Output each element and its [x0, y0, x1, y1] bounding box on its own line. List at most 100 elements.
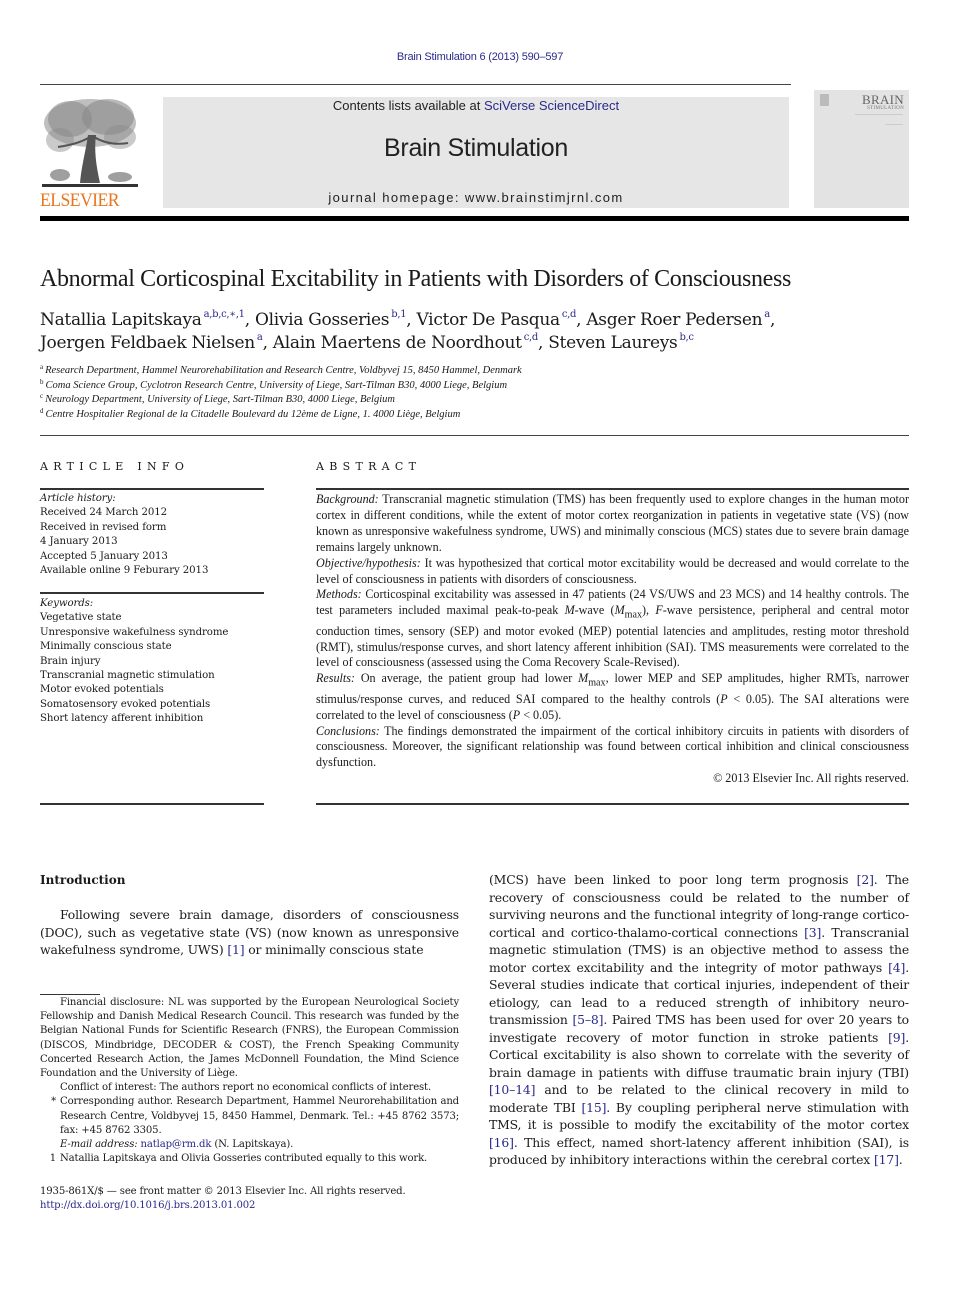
article-history: Article history: Received 24 March 2012 …: [40, 492, 264, 578]
journal-cover-thumbnail: BRAIN STIMULATION: [814, 90, 909, 208]
elsevier-tree-icon: [42, 99, 138, 187]
affiliation: a Research Department, Hammel Neurorehabi…: [40, 364, 920, 379]
author[interactable]: Steven Laureys b,c: [548, 332, 694, 354]
author-name[interactable]: Asger Roer Pedersen: [586, 310, 762, 330]
keyword: Vegetative state: [40, 612, 122, 624]
citation-link[interactable]: [10–14]: [489, 1082, 536, 1097]
author-separator: ,: [262, 333, 273, 353]
corresponding-author-note: * Corresponding author. Research Departme…: [40, 1095, 459, 1138]
elsevier-wordmark: ELSEVIER: [40, 190, 120, 211]
citation-link[interactable]: [2]: [857, 872, 874, 887]
abstract-bottom-divider: [316, 803, 909, 805]
citation-link[interactable]: [1]: [227, 942, 244, 957]
abstract-symbol: F: [655, 603, 663, 618]
introduction-heading: Introduction: [40, 873, 126, 887]
author-name[interactable]: Olivia Gosseries: [255, 310, 390, 330]
body-text: (MCS) have been linked to poor long term…: [489, 872, 857, 887]
citation-link[interactable]: [17]: [874, 1152, 899, 1167]
author-affiliation-marks[interactable]: c,d: [562, 309, 577, 320]
affiliation-text: Research Department, Hammel Neurorehabil…: [45, 365, 522, 376]
author-affiliation-marks[interactable]: c,d: [524, 332, 539, 343]
introduction-right-column: (MCS) have been linked to poor long term…: [489, 871, 909, 1169]
top-divider: [40, 84, 791, 85]
author-list: Natallia Lapitskaya a,b,c,∗,1, Olivia Gos…: [40, 309, 920, 355]
abstract-divider: [316, 488, 909, 490]
journal-citation-link[interactable]: Brain Stimulation 6 (2013) 590–597: [397, 51, 563, 63]
author[interactable]: Victor De Pasqua c,d: [417, 309, 577, 331]
author[interactable]: Joergen Feldbaek Nielsen a: [40, 333, 263, 354]
author-name[interactable]: Alain Maertens de Noordhout: [273, 333, 522, 353]
abstract-text: ),: [642, 603, 656, 618]
author-name[interactable]: Joergen Feldbaek Nielsen: [40, 333, 255, 353]
affiliation-text: Coma Science Group, Cyclotron Research C…: [45, 379, 508, 391]
citation-link[interactable]: [4]: [888, 960, 905, 975]
abstract-body: Background: Transcranial magnetic stimul…: [316, 492, 909, 787]
abstract-label: Background:: [316, 492, 379, 506]
footnote-text: Natallia Lapitskaya and Olivia Gosseries…: [60, 1153, 428, 1165]
footnote-mark: 1: [49, 1153, 56, 1165]
keyword: Minimally conscious state: [40, 641, 172, 653]
author[interactable]: Alain Maertens de Noordhout c,d: [273, 332, 539, 354]
affiliation-list: a Research Department, Hammel Neurorehabi…: [40, 364, 920, 422]
keywords-divider: [40, 592, 264, 594]
abstract-subscript: max: [624, 609, 642, 621]
citation-link[interactable]: [9]: [888, 1030, 905, 1045]
affiliation-text: Centre Hospitalier Regional de la Citade…: [45, 408, 461, 420]
abstract-subscript: max: [588, 677, 606, 689]
author-name[interactable]: Victor De Pasqua: [417, 310, 561, 330]
author-separator: ,: [576, 310, 587, 330]
author-affiliation-marks[interactable]: b,1: [391, 309, 406, 320]
abstract-copyright: © 2013 Elsevier Inc. All rights reserved…: [713, 771, 909, 786]
affiliation-divider: [40, 435, 909, 436]
article-info-divider: [40, 488, 264, 490]
footnote-text: (N. Lapitskaya).: [211, 1139, 294, 1151]
keyword: Motor evoked potentials: [40, 684, 164, 696]
abstract-text: -wave (: [574, 603, 615, 618]
history-entry: 4 January 2013: [40, 536, 118, 548]
abstract-label: Methods:: [316, 587, 362, 602]
history-entry: Accepted 5 January 2013: [40, 550, 168, 562]
footnotes: Financial disclosure: NL was supported b…: [40, 996, 459, 1166]
author-affiliation-marks[interactable]: a,b,c,∗,1: [204, 309, 245, 320]
sciencedirect-link[interactable]: SciVerse ScienceDirect: [484, 98, 619, 113]
email-label: E-mail address:: [60, 1139, 138, 1151]
abstract-heading: ABSTRACT: [316, 460, 422, 473]
affiliation-mark: b: [40, 377, 44, 386]
citation-link[interactable]: [15]: [581, 1100, 606, 1115]
doi-link[interactable]: http://dx.doi.org/10.1016/j.brs.2013.01.…: [40, 1199, 480, 1213]
keyword: Unresponsive wakefulness syndrome: [40, 626, 229, 638]
footnote-mark: *: [51, 1096, 56, 1108]
author-name[interactable]: Steven Laureys: [548, 333, 678, 353]
abstract-results: Results: On average, the patient group h…: [316, 671, 909, 723]
introduction-left-column: Following severe brain damage, disorders…: [40, 906, 459, 959]
affiliation: d Centre Hospitalier Regional de la Citad…: [40, 406, 920, 423]
author-separator: ,: [244, 310, 255, 330]
affiliation-mark: d: [40, 406, 44, 415]
keyword: Short latency afferent inhibition: [40, 713, 204, 725]
citation-link[interactable]: [3]: [804, 925, 821, 940]
citation-link[interactable]: [16]: [489, 1135, 514, 1150]
abstract-conclusions: Conclusions: The findings demonstrated t…: [316, 724, 909, 772]
keyword: Somatosensory evoked potentials: [40, 698, 211, 710]
author[interactable]: Natallia Lapitskaya a,b,c,∗,1: [40, 309, 245, 331]
keywords: Keywords: Vegetative state Unresponsive …: [40, 597, 264, 727]
journal-homepage: journal homepage: www.brainstimjrnl.com: [328, 190, 624, 205]
keywords-label: Keywords:: [40, 598, 94, 609]
body-text: .: [898, 1152, 903, 1167]
financial-disclosure: Financial disclosure: NL was supported b…: [40, 997, 459, 1080]
running-head[interactable]: Brain Stimulation 6 (2013) 590–597: [0, 51, 960, 63]
body-text: or minimally conscious state: [244, 942, 424, 957]
author[interactable]: Asger Roer Pedersen a: [586, 310, 770, 331]
abstract-label: Results:: [316, 671, 355, 686]
author-name[interactable]: Natallia Lapitskaya: [40, 310, 202, 330]
citation-link[interactable]: [5–8]: [572, 1012, 603, 1027]
history-entry: Available online 9 Feburary 2013: [40, 565, 209, 577]
abstract-label: Conclusions:: [316, 723, 380, 738]
author[interactable]: Olivia Gosseries b,1: [255, 309, 407, 331]
author-separator: ,: [406, 310, 417, 330]
masthead-thick-divider: [40, 216, 909, 221]
cover-subtitle: STIMULATION: [867, 106, 904, 111]
abstract-symbol: M: [564, 603, 575, 618]
author-affiliation-marks[interactable]: b,c: [679, 332, 694, 343]
email-link[interactable]: natlap@rm.dk: [141, 1139, 212, 1150]
